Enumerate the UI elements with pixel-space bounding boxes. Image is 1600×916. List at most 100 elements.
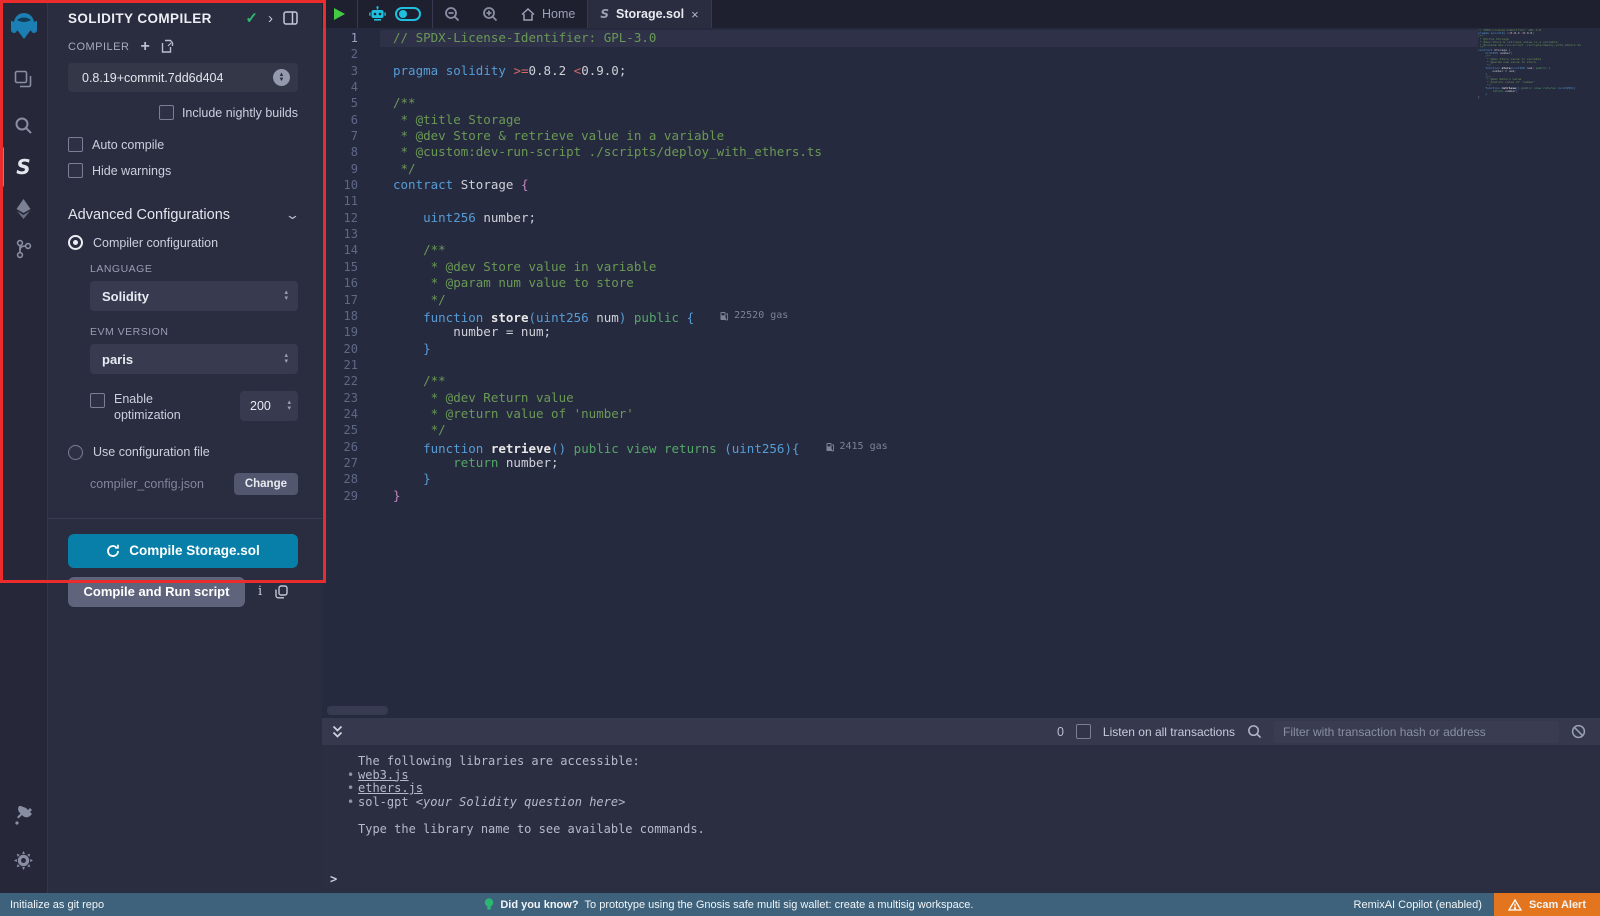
code-line[interactable]: }	[378, 488, 1478, 504]
editor-minimap[interactable]: // SPDX-License-Identifier: GPL-3.0pragm…	[1478, 29, 1588, 99]
tab-storage-sol[interactable]: S Storage.sol ×	[588, 0, 710, 28]
scam-alert-button[interactable]: Scam Alert	[1494, 893, 1600, 916]
code-line[interactable]: * @param num value to store	[378, 275, 1478, 291]
add-compiler-icon[interactable]: +	[140, 42, 149, 52]
compile-and-run-button[interactable]: Compile and Run script	[68, 577, 245, 607]
code-line[interactable]	[378, 79, 1478, 95]
deploy-run-icon[interactable]	[0, 192, 48, 226]
terminal-output[interactable]: The following libraries are accessible:•…	[322, 745, 1600, 893]
copilot-status[interactable]: RemixAI Copilot (enabled)	[1354, 899, 1494, 911]
gas-estimate-badge[interactable]: 2415 gas	[826, 439, 888, 455]
code-line[interactable]: /**	[378, 95, 1478, 111]
code-line[interactable]: /**	[378, 373, 1478, 389]
plugin-manager-icon[interactable]	[0, 799, 48, 833]
optimization-runs-input[interactable]: 200 ▴▾	[240, 391, 298, 421]
code-line[interactable]: * @dev Return value	[378, 390, 1478, 406]
code-line[interactable]: * @dev Store & retrieve value in a varia…	[378, 128, 1478, 144]
close-tab-icon[interactable]: ×	[691, 7, 699, 22]
git-init-status[interactable]: Initialize as git repo	[0, 899, 104, 911]
line-number: 9	[322, 161, 358, 177]
use-configuration-file-radio[interactable]: Use configuration file	[68, 445, 298, 460]
refresh-icon	[106, 544, 120, 558]
compiler-version-value: 0.8.19+commit.7dd6d404	[82, 71, 273, 85]
copy-icon[interactable]	[275, 585, 288, 599]
copilot-toggle[interactable]	[395, 7, 421, 21]
zoom-in-button[interactable]	[471, 0, 509, 28]
file-explorer-icon[interactable]	[0, 62, 48, 96]
line-number: 19	[322, 324, 358, 340]
code-line[interactable]: * @title Storage	[378, 112, 1478, 128]
solidity-compiler-panel: SOLIDITY COMPILER ✓ › COMPILER + 0.8.19+…	[48, 0, 322, 893]
listen-transactions-checkbox[interactable]	[1076, 724, 1091, 739]
library-link[interactable]: ethers.js	[358, 781, 423, 795]
search-icon[interactable]	[0, 108, 48, 142]
compiler-version-select[interactable]: 0.8.19+commit.7dd6d404 ▲▼	[68, 63, 298, 92]
chevron-right-icon[interactable]: ›	[268, 10, 273, 27]
settings-gear-icon[interactable]	[0, 843, 48, 877]
code-line[interactable]: return number;	[378, 455, 1478, 471]
enable-optimization-checkbox[interactable]	[90, 393, 105, 408]
code-line[interactable]: }	[378, 341, 1478, 357]
transaction-filter-input[interactable]	[1274, 721, 1559, 743]
terminal-line: •ethers.js	[358, 782, 1600, 796]
code-line[interactable]: }	[378, 471, 1478, 487]
compiler-configuration-label: Compiler configuration	[93, 236, 218, 250]
line-number: 23	[322, 390, 358, 406]
code-line[interactable]: * @dev Store value in variable	[378, 259, 1478, 275]
auto-compile-checkbox[interactable]	[68, 137, 83, 152]
code-line[interactable]: pragma solidity >=0.8.2 <0.9.0;	[378, 63, 1478, 79]
code-line[interactable]: */	[378, 422, 1478, 438]
code-line[interactable]: // SPDX-License-Identifier: GPL-3.0	[378, 30, 1478, 46]
evm-version-select[interactable]: paris ▴▾	[90, 344, 298, 374]
zoom-out-button[interactable]	[433, 0, 471, 28]
warning-icon	[1508, 899, 1522, 911]
collapse-terminal-icon[interactable]	[331, 725, 344, 739]
version-stepper-icon: ▲▼	[273, 69, 290, 86]
terminal-prompt[interactable]: >	[330, 873, 337, 887]
remix-logo-icon[interactable]	[0, 6, 48, 46]
code-line[interactable]	[378, 357, 1478, 373]
code-line[interactable]	[378, 46, 1478, 62]
hide-warnings-checkbox[interactable]	[68, 163, 83, 178]
code-line[interactable]: number = num;	[378, 324, 1478, 340]
code-line[interactable]: /**	[378, 242, 1478, 258]
code-line[interactable]: contract Storage {	[378, 177, 1478, 193]
change-config-button[interactable]: Change	[234, 473, 298, 495]
code-line[interactable]: */	[378, 161, 1478, 177]
code-editor[interactable]: 1234567891011121314151617181920212223242…	[322, 28, 1600, 718]
code-line[interactable]: */	[378, 292, 1478, 308]
code-line[interactable]	[378, 193, 1478, 209]
nightly-builds-checkbox[interactable]	[159, 105, 174, 120]
tab-home[interactable]: Home	[509, 0, 587, 28]
clear-filter-icon[interactable]	[1571, 724, 1586, 739]
code-content[interactable]: // SPDX-License-Identifier: GPL-3.0 pragm…	[378, 30, 1478, 504]
line-number: 3	[322, 63, 358, 79]
pin-panel-icon[interactable]	[283, 11, 298, 25]
library-link[interactable]: web3.js	[358, 768, 409, 782]
language-select[interactable]: Solidity ▴▾	[90, 281, 298, 311]
solidity-compiler-icon[interactable]: S	[0, 150, 48, 184]
compiler-configuration-radio[interactable]: Compiler configuration	[68, 235, 298, 250]
panel-title: SOLIDITY COMPILER	[68, 11, 235, 26]
advanced-configurations-toggle[interactable]: Advanced Configurations ⌄	[68, 207, 298, 223]
terminal-search-icon[interactable]	[1247, 724, 1262, 739]
horizontal-scrollbar[interactable]	[327, 706, 388, 715]
code-line[interactable]: function retrieve() public view returns …	[378, 439, 1478, 455]
tab-label: Storage.sol	[616, 7, 684, 21]
open-file-icon[interactable]	[161, 39, 174, 54]
info-icon[interactable]: i	[258, 584, 262, 599]
gas-estimate-badge[interactable]: 22520 gas	[720, 308, 788, 324]
code-line[interactable]: * @return value of 'number'	[378, 406, 1478, 422]
code-line[interactable]: * @custom:dev-run-script ./scripts/deplo…	[378, 144, 1478, 160]
config-file-name[interactable]: compiler_config.json	[90, 477, 234, 491]
code-line[interactable]: function store(uint256 num) public {2252…	[378, 308, 1478, 324]
run-script-play-button[interactable]	[322, 0, 357, 28]
terminal-text: Type the library name to see available c…	[358, 822, 705, 836]
code-line[interactable]: uint256 number;	[378, 210, 1478, 226]
terminal-line	[358, 809, 1600, 823]
compile-button[interactable]: Compile Storage.sol	[68, 534, 298, 568]
code-line[interactable]	[378, 226, 1478, 242]
ai-robot-icon[interactable]	[369, 6, 386, 22]
line-number: 12	[322, 210, 358, 226]
git-icon[interactable]	[0, 232, 48, 266]
